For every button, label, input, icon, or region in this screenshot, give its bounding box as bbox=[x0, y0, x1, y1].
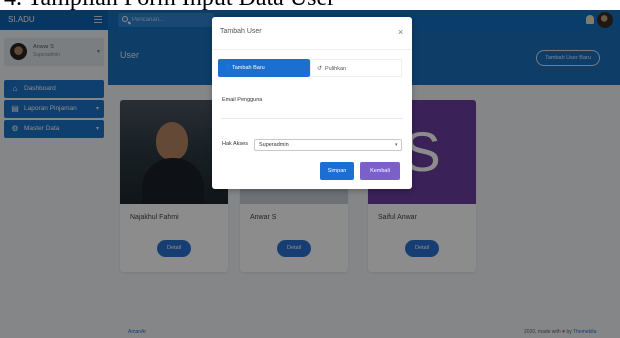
user-plus-icon: 👤 bbox=[224, 65, 232, 71]
email-label: Email Pengguna bbox=[222, 97, 263, 103]
save-button[interactable]: Simpan bbox=[320, 162, 354, 180]
tab-tambah-baru[interactable]: 👤 Tambah Baru bbox=[218, 59, 310, 77]
close-icon[interactable]: × bbox=[398, 27, 403, 37]
tab-label: Tambah Baru bbox=[232, 65, 265, 71]
tab-pulihkan[interactable]: ↺ Pulihkan bbox=[310, 59, 402, 77]
app-window: SI.ADU Anwar S Superadmin ▼ ⌂ Dashboard … bbox=[0, 10, 620, 338]
add-user-modal: Tambah User × 👤 Tambah Baru ↺ Pulihkan E… bbox=[212, 17, 412, 189]
tab-label: Pulihkan bbox=[325, 66, 347, 72]
modal-divider bbox=[212, 49, 412, 50]
access-select-value: Superadmin bbox=[259, 142, 289, 148]
access-label: Hak Akses bbox=[222, 141, 248, 147]
undo-icon: ↺ bbox=[317, 66, 323, 72]
access-select[interactable]: Superadmin ▾ bbox=[254, 139, 402, 151]
modal-title: Tambah User bbox=[220, 28, 262, 35]
back-button[interactable]: Kembali bbox=[360, 162, 400, 180]
caption-text: 4. Tampilan Form Input Data User bbox=[4, 0, 335, 10]
caption-strip: 4. Tampilan Form Input Data User bbox=[0, 0, 620, 10]
email-field[interactable] bbox=[222, 105, 402, 119]
chevron-down-icon: ▾ bbox=[395, 142, 398, 148]
